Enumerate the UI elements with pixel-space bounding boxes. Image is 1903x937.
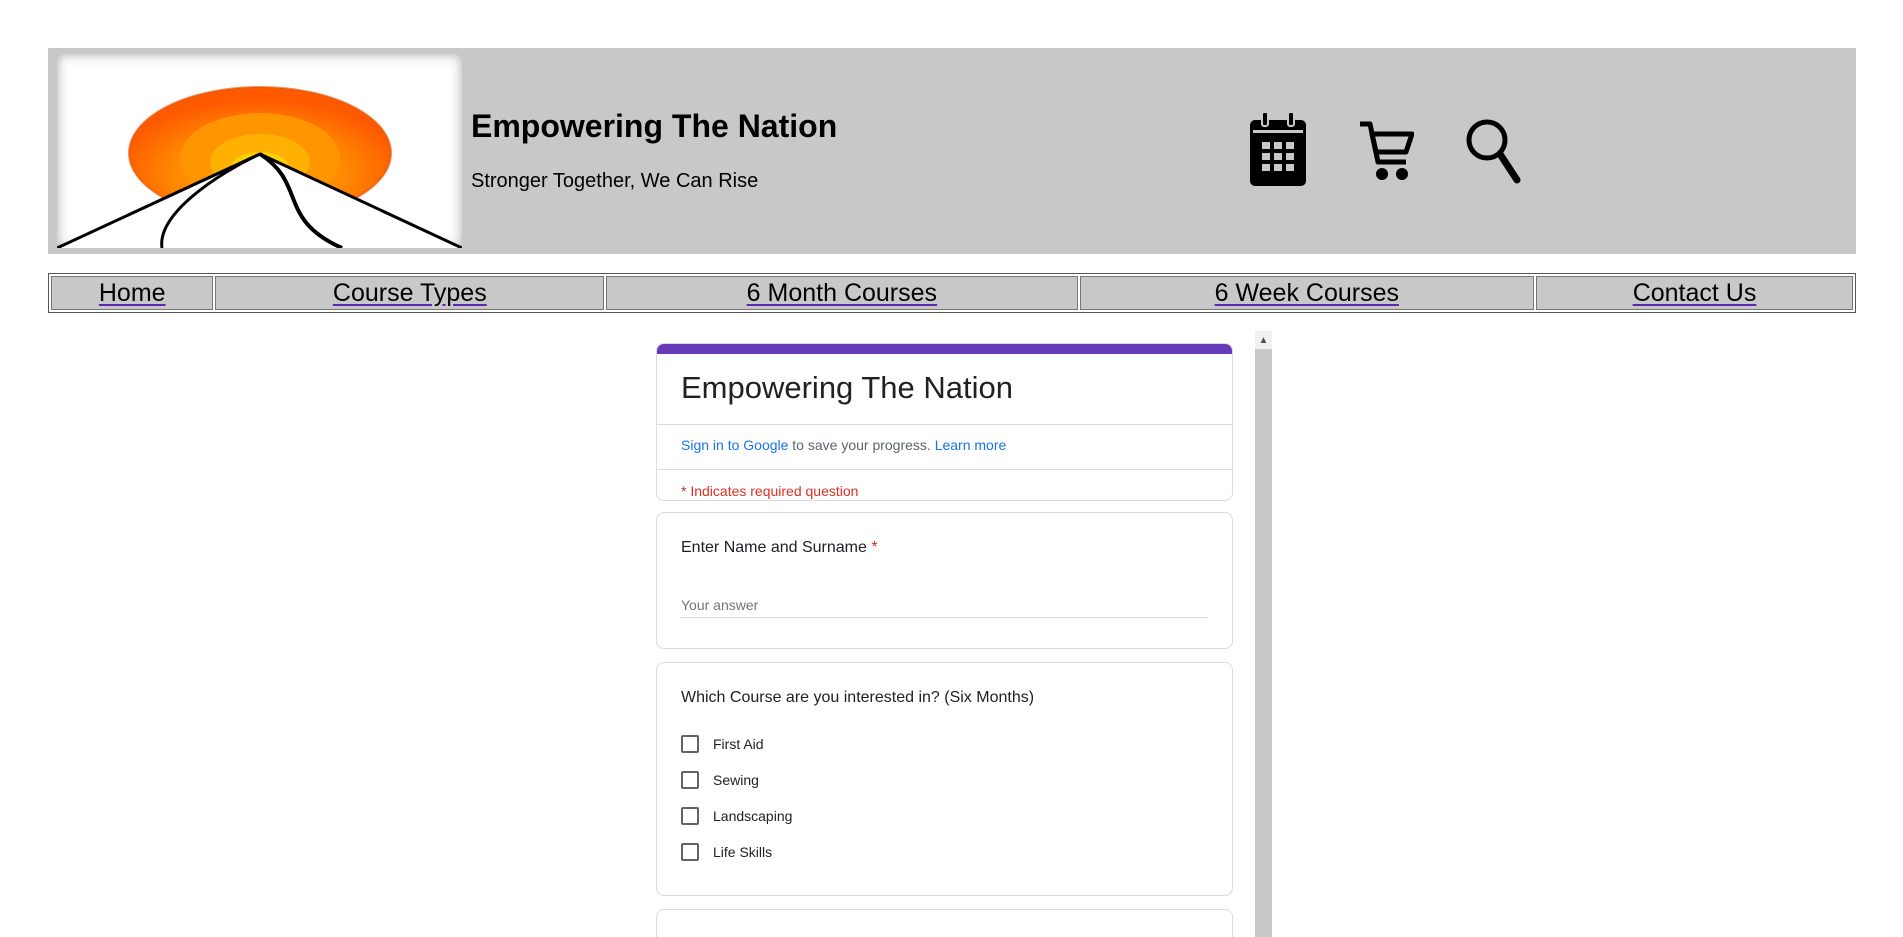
- cart-icon[interactable]: [1358, 118, 1414, 182]
- option-label: First Aid: [713, 736, 764, 752]
- option-label: Sewing: [713, 772, 759, 788]
- checkbox-option-life-skills[interactable]: Life Skills: [681, 843, 772, 861]
- question-name-card: Enter Name and Surname *: [656, 512, 1233, 649]
- site-tagline: Stronger Together, We Can Rise: [471, 170, 759, 192]
- embedded-form: Empowering The Nation Sign in to Google …: [656, 331, 1272, 937]
- nav-contact-us[interactable]: Contact Us: [1536, 276, 1853, 310]
- form-title-card: Empowering The Nation Sign in to Google …: [656, 343, 1233, 501]
- question-course-card: Which Course are you interested in? (Six…: [656, 662, 1233, 896]
- form-scrollbar[interactable]: ▲: [1255, 331, 1272, 937]
- nav-home[interactable]: Home: [51, 276, 214, 310]
- question-card-partial: [656, 909, 1233, 937]
- form-accent-bar: [657, 344, 1232, 354]
- learn-more-link[interactable]: Learn more: [935, 437, 1007, 453]
- name-answer-input[interactable]: [681, 593, 1208, 618]
- search-icon[interactable]: [1465, 116, 1521, 184]
- calendar-icon[interactable]: [1250, 112, 1306, 186]
- site-title: Empowering The Nation: [471, 108, 838, 144]
- option-label: Life Skills: [713, 844, 773, 860]
- checkbox[interactable]: [681, 843, 699, 861]
- option-label: Landscaping: [713, 808, 793, 824]
- checkbox[interactable]: [681, 735, 699, 753]
- question-text: Enter Name and Surname: [681, 539, 867, 556]
- logo[interactable]: [57, 54, 462, 248]
- form-title: Empowering The Nation: [681, 370, 1013, 405]
- checkbox-option-sewing[interactable]: Sewing: [681, 771, 759, 789]
- nav-6-month-courses[interactable]: 6 Month Courses: [606, 276, 1078, 310]
- required-asterisk: *: [871, 539, 878, 556]
- nav-6-week-courses[interactable]: 6 Week Courses: [1079, 276, 1535, 310]
- question-label: Enter Name and Surname *: [681, 539, 878, 557]
- signin-text: to save your progress.: [788, 437, 935, 453]
- scroll-up-arrow-icon[interactable]: ▲: [1255, 331, 1272, 349]
- signin-link[interactable]: Sign in to Google: [681, 437, 788, 453]
- checkbox[interactable]: [681, 771, 699, 789]
- signin-row: Sign in to Google to save your progress.…: [657, 425, 1232, 469]
- question-text: Which Course are you interested in? (Six…: [681, 689, 1035, 706]
- site-header: Empowering The Nation Stronger Together,…: [48, 48, 1856, 254]
- checkbox-option-first-aid[interactable]: First Aid: [681, 735, 764, 753]
- main-nav: Home Course Types 6 Month Courses 6 Week…: [48, 273, 1856, 313]
- required-note: * Indicates required question: [681, 483, 859, 499]
- checkbox[interactable]: [681, 807, 699, 825]
- nav-course-types[interactable]: Course Types: [215, 276, 605, 310]
- logo-sunrise-icon: [57, 86, 462, 248]
- checkbox-option-landscaping[interactable]: Landscaping: [681, 807, 792, 825]
